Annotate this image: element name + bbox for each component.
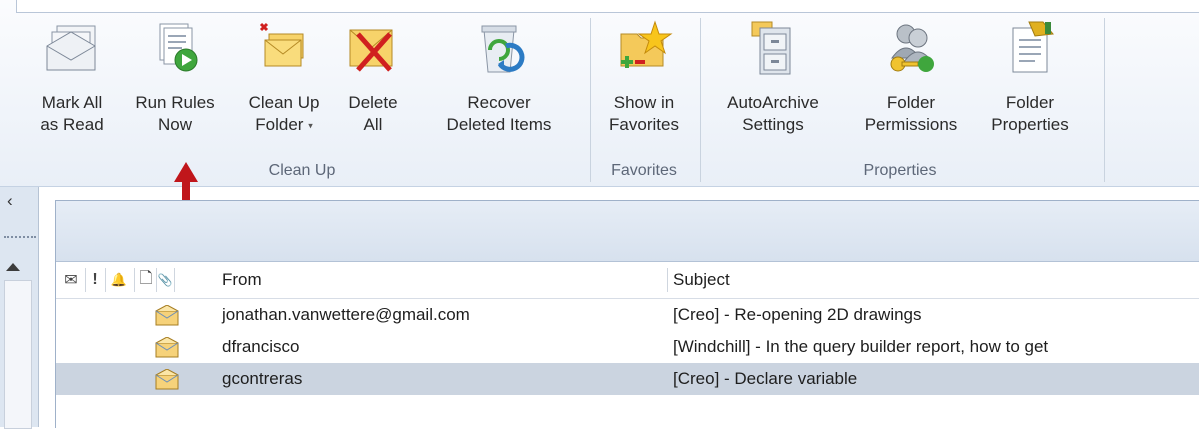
recover-deleted-items-button[interactable]: Recover Deleted Items: [424, 18, 574, 152]
message-subject: [Creo] - Re-opening 2D drawings: [673, 305, 922, 324]
message-subject: [Creo] - Declare variable: [673, 369, 858, 388]
column-header-row: ✉ ! 🔔 🗋 📎 From Subject: [56, 262, 1199, 299]
message-row[interactable]: jonathan.vanwettere@gmail.com [Creo] - Re…: [56, 299, 1199, 331]
folder-properties-button[interactable]: Folder Properties: [972, 18, 1088, 152]
message-subject: [Windchill] - In the query builder repor…: [673, 337, 1049, 356]
recover-deleted-icon: [481, 25, 525, 73]
clean-up-folder-button[interactable]: Clean Up Folder ▾: [236, 18, 332, 152]
group-label-favorites: Favorites: [611, 162, 677, 179]
message-row[interactable]: gcontreras [Creo] - Declare variable: [56, 363, 1199, 395]
group-label-properties: Properties: [863, 162, 937, 179]
delete-all-button[interactable]: Delete All: [334, 18, 412, 152]
ribbon: Mark All as Read Run Rules Now Clean Up Fol…: [0, 0, 1199, 187]
scroll-up-icon[interactable]: [6, 263, 20, 271]
group-separator: [1104, 18, 1105, 182]
show-in-favorites-button[interactable]: Show in Favorites: [598, 18, 690, 152]
group-separator: [700, 18, 701, 182]
autoarchive-icon: [751, 21, 791, 75]
folder-permissions-button[interactable]: Folder Permissions: [848, 18, 974, 152]
dropdown-arrow-icon: ▾: [308, 120, 313, 131]
splitter[interactable]: [4, 236, 36, 238]
message-sender: dfrancisco: [222, 337, 300, 356]
item-type-column-header[interactable]: 🗋: [138, 270, 154, 290]
message-list-toolbar: [56, 201, 1199, 262]
navigation-pane-collapsed: ‹: [0, 187, 39, 429]
message-sender: jonathan.vanwettere@gmail.com: [222, 305, 470, 324]
message-list-pane: ✉ ! 🔔 🗋 📎 From Subject jonathan.vanwette…: [55, 200, 1199, 428]
group-separator: [590, 18, 591, 182]
mark-all-read-icon: [46, 25, 96, 71]
clean-up-folder-icon: [259, 22, 304, 67]
run-rules-now-button[interactable]: Run Rules Now: [116, 18, 234, 152]
envelope-icon: [155, 369, 179, 390]
group-favorites: Show in Favorites Favorites: [592, 18, 696, 184]
group-label-clean-up: Clean Up: [268, 162, 336, 179]
show-in-favorites-icon: [620, 20, 673, 68]
group-properties: AutoArchiveSettings FolderPermissions: [702, 18, 1098, 184]
delete-all-icon: [349, 29, 393, 72]
importance-column-header[interactable]: !: [88, 270, 102, 290]
envelope-icon: [155, 337, 179, 358]
ribbon-top-edge: [16, 0, 1199, 13]
message-row[interactable]: dfrancisco [Windchill] - In the query bui…: [56, 331, 1199, 363]
folder-properties-icon: [1012, 21, 1054, 73]
subject-column-header[interactable]: Subject: [673, 270, 730, 290]
group-clean-up: Mark All as Read Run Rules Now Clean Up Fol…: [22, 18, 582, 184]
scrollbar-track[interactable]: [4, 280, 32, 429]
folder-permissions-icon: [890, 24, 934, 72]
message-sender: gcontreras: [222, 369, 303, 388]
icon-column-header[interactable]: ✉: [60, 270, 82, 290]
mark-all-as-read-button[interactable]: Mark All as Read: [30, 18, 114, 152]
from-column-header[interactable]: From: [222, 270, 262, 290]
autoarchive-settings-button[interactable]: AutoArchive Settings: [708, 18, 838, 152]
run-rules-icon: [159, 23, 198, 72]
attachment-column-header[interactable]: 📎: [158, 270, 173, 290]
reminder-column-header[interactable]: 🔔: [108, 270, 130, 290]
expand-navigation-icon[interactable]: ‹: [7, 191, 13, 211]
envelope-icon: [155, 305, 179, 326]
